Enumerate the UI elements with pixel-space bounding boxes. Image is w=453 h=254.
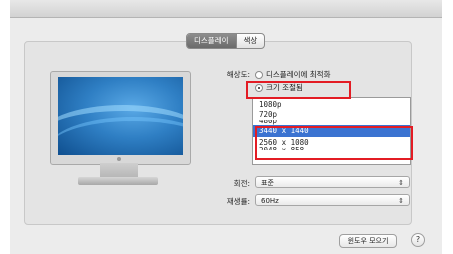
refresh-rate-select[interactable]: 60Hz ⇕ xyxy=(255,194,410,206)
rotation-select[interactable]: 표준 ⇕ xyxy=(255,176,410,188)
monitor-stand-foot xyxy=(78,177,158,185)
window-titlebar[interactable] xyxy=(10,0,442,18)
monitor-logo-icon xyxy=(117,157,121,161)
list-item[interactable]: 2560 x 1080 xyxy=(253,137,410,145)
rotation-value: 표준 xyxy=(261,179,274,187)
rotation-label: 회전: xyxy=(233,179,250,188)
radio-scaled[interactable]: 크기 조절됨 xyxy=(255,82,303,93)
monitor-stand-neck xyxy=(100,163,138,177)
segmented-tabs: 디스플레이 색상 xyxy=(186,33,266,49)
help-button[interactable]: ? xyxy=(411,233,425,247)
updown-arrows-icon: ⇕ xyxy=(398,197,404,205)
radio-button-checked[interactable] xyxy=(255,83,263,92)
updown-arrows-icon: ⇕ xyxy=(398,179,404,187)
list-item-selected[interactable]: 3440 x 1440 xyxy=(253,125,410,137)
list-item[interactable]: 1080p xyxy=(253,100,410,110)
tab-display[interactable]: 디스플레이 xyxy=(187,34,236,48)
radio-label-scaled: 크기 조절됨 xyxy=(266,83,303,92)
radio-label-optimize: 디스플레이에 최적화 xyxy=(266,70,331,79)
tab-color[interactable]: 색상 xyxy=(235,34,265,48)
radio-button[interactable] xyxy=(255,70,263,79)
refresh-rate-value: 60Hz xyxy=(261,197,279,205)
monitor-illustration xyxy=(50,71,191,165)
gather-windows-button[interactable]: 윈도우 모으기 xyxy=(339,234,397,248)
list-item[interactable]: 2048 x 858 xyxy=(253,145,410,150)
resolution-label: 해상도: xyxy=(226,70,250,79)
monitor-screen xyxy=(58,77,183,155)
radio-optimize-for-display[interactable]: 디스플레이에 최적화 xyxy=(255,69,330,80)
refresh-rate-label: 재생률: xyxy=(226,197,250,206)
resolution-list[interactable]: 1080p 720p 480p 3440 x 1440 2560 x 1080 … xyxy=(252,97,411,165)
list-item[interactable]: 720p xyxy=(253,110,410,120)
